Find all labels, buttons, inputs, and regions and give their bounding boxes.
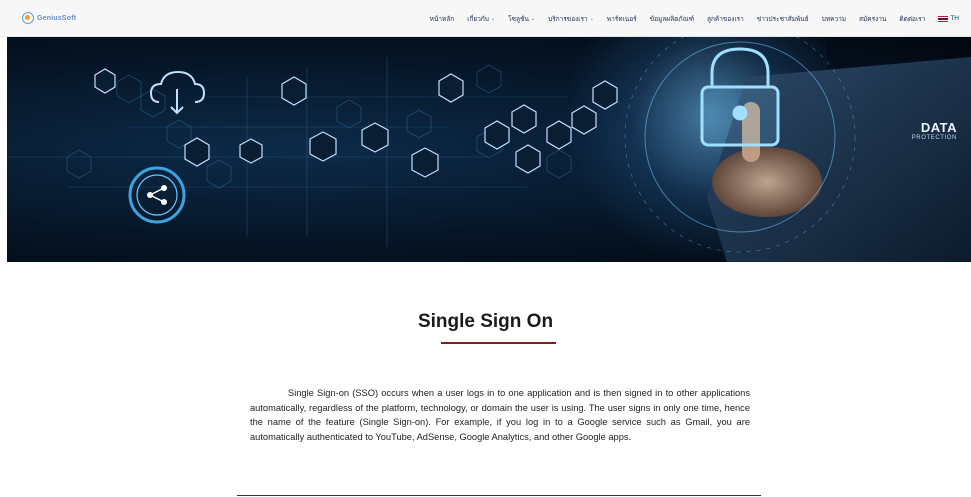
- folder-icon: [94, 68, 116, 94]
- nav-label: หน้าหลัก: [429, 15, 455, 23]
- nav-item-home[interactable]: หน้าหลัก: [430, 14, 455, 24]
- nav-label: สมัครงาน: [859, 15, 887, 23]
- nav-label: โซลูชั่น: [508, 15, 529, 23]
- nav-item-solutions[interactable]: โซลูชั่น ⌄: [508, 14, 535, 24]
- gear-icon: [515, 144, 541, 174]
- hero-illustration: [7, 37, 971, 262]
- badge-title: DATA: [920, 120, 957, 135]
- nav-label: ติดต่อเรา: [899, 15, 926, 23]
- mail-icon: [546, 120, 572, 150]
- top-navigation-bar: GeniusSoft หน้าหลัก เกี่ยวกับ ⌄ โซลูชั่น ⌄…: [0, 0, 971, 37]
- globe-icon: [309, 131, 337, 162]
- data-protection-badge: DATA PROTECTION: [912, 120, 957, 141]
- nav-item-careers[interactable]: สมัครงาน: [859, 14, 886, 24]
- server-icon: [511, 104, 537, 134]
- section-divider: [237, 495, 761, 496]
- mobile-icon: [239, 138, 263, 164]
- thai-flag-icon: [938, 15, 949, 22]
- chevron-down-icon: ⌄: [589, 15, 594, 22]
- video-icon: [484, 120, 510, 150]
- nav-item-products[interactable]: ข้อมูลผลิตภัณฑ์: [650, 14, 694, 24]
- logo-text: GeniusSoft: [37, 14, 77, 22]
- language-label: TH: [950, 15, 959, 22]
- chevron-down-icon: ⌄: [490, 15, 496, 22]
- nav-item-news[interactable]: ข่าวประชาสัมพันธ์: [757, 14, 809, 24]
- nav-item-services[interactable]: บริการของเรา ⌄: [548, 14, 594, 24]
- hand: [712, 147, 822, 217]
- nav-item-contact[interactable]: ติดต่อเรา: [899, 14, 925, 24]
- nav-item-partners[interactable]: พาร์ทเนอร์: [607, 14, 637, 24]
- share-icon: [128, 166, 186, 224]
- cloud-upload-icon: [571, 105, 597, 135]
- nav-label: พาร์ทเนอร์: [606, 15, 637, 23]
- laptop-icon: [281, 76, 307, 106]
- site-logo[interactable]: GeniusSoft: [22, 12, 76, 24]
- lock-icon: [700, 47, 780, 147]
- nav-label: ลูกค้าของเรา: [707, 15, 744, 23]
- chevron-down-icon: ⌄: [530, 15, 536, 22]
- nav-label: เกี่ยวกับ: [467, 15, 489, 23]
- page-title: Single Sign On: [417, 311, 554, 332]
- language-switcher[interactable]: TH: [938, 15, 959, 22]
- logo-mark-icon: [22, 12, 34, 24]
- badge-subtitle: PROTECTION: [911, 135, 957, 141]
- phone-call-icon: [438, 73, 464, 103]
- hero-banner: DATA PROTECTION: [7, 37, 971, 262]
- nav-label: ข้อมูลผลิตภัณฑ์: [649, 15, 694, 23]
- nav-label: บทความ: [821, 15, 847, 23]
- nav-item-articles[interactable]: บทความ: [822, 14, 846, 24]
- nav-item-about[interactable]: เกี่ยวกับ ⌄: [467, 14, 495, 24]
- bank-icon: [411, 147, 439, 178]
- nav-item-customers[interactable]: ลูกค้าของเรา: [707, 14, 744, 24]
- nav-label: บริการของเรา: [548, 15, 588, 23]
- title-underline: [441, 342, 556, 344]
- sso-description: Single Sign-on (SSO) occurs when a user …: [250, 388, 750, 442]
- main-nav: หน้าหลัก เกี่ยวกับ ⌄ โซลูชั่น ⌄ บริการของเ…: [430, 0, 959, 37]
- document-icon: [592, 80, 618, 110]
- nav-label: ข่าวประชาสัมพันธ์: [756, 15, 809, 23]
- lightbulb-icon: [361, 122, 389, 153]
